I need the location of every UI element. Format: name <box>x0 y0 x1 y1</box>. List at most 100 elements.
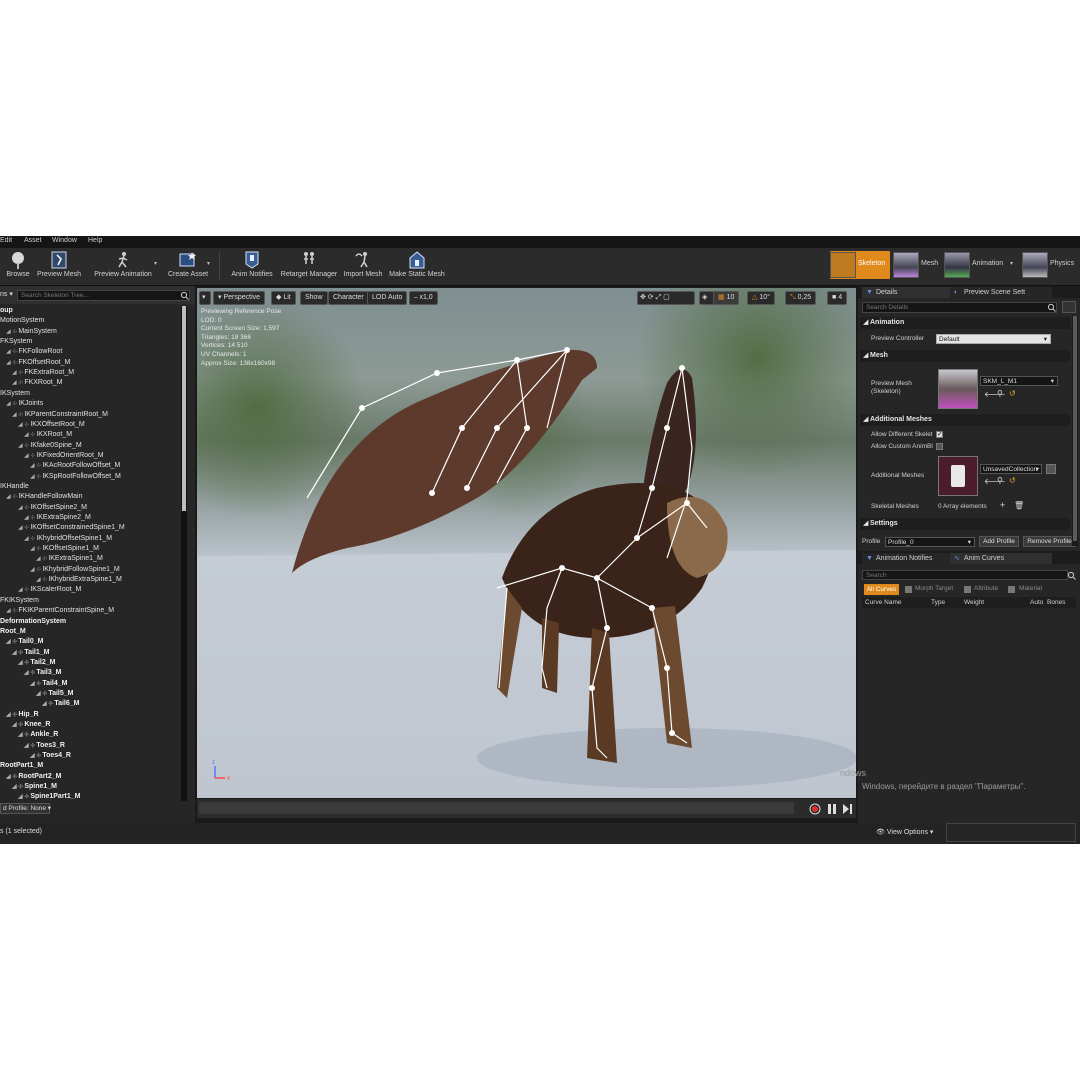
filter-all-curves[interactable]: All Curves <box>864 584 899 595</box>
lod-button[interactable]: LOD Auto <box>367 291 408 305</box>
tree-row[interactable]: ◢ ⊹IKExtraSpine2_M <box>24 513 91 523</box>
details-scrollbar-thumb[interactable] <box>1073 316 1077 541</box>
preview-viewport[interactable]: z x ▾ ▾ Perspective ◆ Lit Show Character… <box>197 288 856 798</box>
property-matrix-icon[interactable] <box>1062 301 1076 313</box>
remove-profile-button[interactable]: Remove Profile <box>1023 536 1076 547</box>
tree-row[interactable]: ◢ ⊹IKSpRootFollowOffset_M <box>30 472 121 482</box>
tree-row[interactable]: ◢ ⊹Tail4_M <box>30 679 67 689</box>
tab-preview-scene[interactable]: ◐ Preview Scene Sett <box>950 287 1052 298</box>
mode-animation-tab[interactable]: Animation ▾ <box>944 251 1020 279</box>
tab-details[interactable]: ▼ Details <box>862 287 956 298</box>
preview-mesh-button[interactable]: Preview Mesh <box>36 250 82 282</box>
tree-row[interactable]: ◢ ⊹Tail1_M <box>12 648 49 658</box>
tree-row[interactable]: ◢ ⊹IKFixedOrientRoot_M <box>24 451 104 461</box>
preview-controller-dropdown[interactable]: Default ▾ <box>936 334 1051 344</box>
browse-magnifier-icon[interactable]: ⚲ <box>997 476 1003 485</box>
menu-asset[interactable]: Asset <box>24 237 42 244</box>
additional-meshes-thumbnail[interactable] <box>938 456 978 496</box>
tree-row[interactable]: ◢ ⊹Tail5_M <box>36 689 73 699</box>
morph-target-checkbox[interactable] <box>905 586 912 593</box>
tree-row[interactable]: ◢ ⊹FKXRoot_M <box>12 378 62 388</box>
tree-options-button[interactable]: ns ▾ <box>0 290 13 298</box>
details-search-input[interactable]: Search Details <box>862 302 1057 313</box>
tree-row[interactable]: ◢ ⊹IKXOffsetRoot_M <box>18 420 85 430</box>
section-mesh[interactable]: ◢ Mesh <box>860 350 1070 362</box>
add-element-icon[interactable]: + <box>1000 500 1005 510</box>
anim-notifies-button[interactable]: Anim Notifies <box>229 250 275 282</box>
column-auto[interactable]: Auto <box>1030 599 1043 606</box>
import-mesh-button[interactable]: Import Mesh <box>342 250 384 282</box>
section-additional-meshes[interactable]: ◢ Additional Meshes <box>860 414 1070 426</box>
preview-animation-button[interactable]: Preview Animation <box>92 250 154 282</box>
tree-row[interactable]: ◢ ⊹RootPart2_M <box>6 772 62 782</box>
tree-row[interactable]: ◢ ⊹Spine1_M <box>12 782 57 792</box>
view-options-button[interactable]: 👁 View Options ▾ <box>876 828 933 836</box>
tree-row[interactable]: RootPart1_M <box>0 761 43 771</box>
preview-mesh-thumbnail[interactable] <box>938 369 978 409</box>
reset-arrow-icon[interactable]: ↺ <box>1009 476 1016 485</box>
tree-row[interactable]: ◢ ⊹IKParentConstraintRoot_M <box>12 410 108 420</box>
browse-magnifier-icon[interactable]: ⚲ <box>997 389 1003 398</box>
tree-row[interactable]: ◢ ⊹Knee_R <box>12 720 50 730</box>
camera-speed-button[interactable]: ■ 4 <box>827 291 848 305</box>
animation-dropdown-icon[interactable]: ▾ <box>1010 260 1013 267</box>
tab-anim-curves[interactable]: ∿ Anim Curves <box>950 553 1052 564</box>
pause-icon[interactable] <box>827 803 837 815</box>
add-collection-icon[interactable] <box>1046 464 1056 474</box>
tree-row[interactable]: ◢ ⊹Spine1Part1_M <box>18 792 81 801</box>
blend-profile-dropdown[interactable]: d Profile: None ▾ <box>0 803 51 814</box>
step-forward-icon[interactable] <box>842 803 854 815</box>
material-checkbox[interactable] <box>1008 586 1015 593</box>
tree-row[interactable]: ◢ ⊹IKOffsetSpine1_M <box>30 544 99 554</box>
tree-row[interactable]: ◢ ⊹IKExtraSpine1_M <box>36 554 103 564</box>
playback-speed-button[interactable]: ⎯ x1,0 <box>409 291 438 305</box>
menu-edit[interactable]: Edit <box>0 237 12 244</box>
create-asset-dropdown-icon[interactable]: ▾ <box>207 260 210 267</box>
preview-mesh-dropdown[interactable]: SKM_L_M1 ▾ <box>980 376 1058 386</box>
tree-row[interactable]: oup <box>0 306 13 316</box>
tree-row[interactable]: FKSystem <box>0 337 32 347</box>
grid-snap-button[interactable]: ▦ 10 <box>713 291 740 305</box>
preview-animation-dropdown-icon[interactable]: ▾ <box>154 260 157 267</box>
column-bones[interactable]: Bones <box>1047 599 1065 606</box>
allow-custom-animbp-checkbox[interactable] <box>936 443 943 450</box>
section-animation[interactable]: ◢ Animation <box>860 317 1070 329</box>
tree-row[interactable]: ◢ ⊹Tail0_M <box>6 637 43 647</box>
mode-physics-tab[interactable]: Physics <box>1022 251 1080 279</box>
skeleton-search-input[interactable]: Search Skeleton Tree... <box>17 290 190 301</box>
rotation-snap-button[interactable]: △ 10° <box>747 291 775 305</box>
viewport-options-button[interactable]: ▾ <box>199 291 211 305</box>
tree-row[interactable]: IKSystem <box>0 389 30 399</box>
tree-row[interactable]: ◢ ⊹Ankle_R <box>18 730 58 740</box>
menu-help[interactable]: Help <box>88 237 102 244</box>
column-type[interactable]: Type <box>931 599 945 606</box>
tree-row[interactable]: ◢ ⊹FKIKParentConstraintSpine_M <box>6 606 114 616</box>
tree-row[interactable]: ◢ ⊹IKOffsetConstrainedSpine1_M <box>18 523 125 533</box>
curves-search-input[interactable]: Search <box>862 570 1068 580</box>
tree-row[interactable]: ◢ ⊹IKOffsetSpine2_M <box>18 503 87 513</box>
tree-row[interactable]: FKIKSystem <box>0 596 39 606</box>
scale-snap-button[interactable]: ⤡ 0,25 <box>785 291 817 305</box>
tree-row[interactable]: ◢ ⊹Tail6_M <box>42 699 79 709</box>
add-profile-button[interactable]: Add Profile <box>979 536 1019 547</box>
tree-row[interactable]: ◢ ⊹Hip_R <box>6 710 39 720</box>
tree-row[interactable]: ◢ ⊹IKAcRootFollowOffset_M <box>30 461 120 471</box>
column-weight[interactable]: Weight <box>964 599 984 606</box>
perspective-button[interactable]: ▾ Perspective <box>213 291 266 305</box>
transform-tools[interactable]: ✥ ⟳ ⤢ ▢ <box>637 291 695 305</box>
tree-row[interactable]: ◢ ⊹FKExtraRoot_M <box>12 368 74 378</box>
tree-row[interactable]: ◢ ⊹IKhybridFollowSpine1_M <box>30 565 120 575</box>
allow-different-skeletons-checkbox[interactable]: ✓ <box>936 431 943 438</box>
tree-scrollbar[interactable] <box>181 306 187 801</box>
tree-row[interactable]: ◢ ⊹FKOffsetRoot_M <box>6 358 70 368</box>
tree-row[interactable]: ◢ ⊹Toes4_R <box>30 751 71 761</box>
tree-row[interactable]: ◢ ⊹IKHandleFollowMain <box>6 492 83 502</box>
mode-skeleton-tab[interactable]: Skeleton <box>830 251 890 279</box>
tree-row[interactable]: IKHandle <box>0 482 29 492</box>
tree-row[interactable]: DeformationSystem <box>0 617 66 627</box>
details-scrollbar[interactable] <box>1072 316 1078 546</box>
tree-row[interactable]: ◢ ⊹Tail3_M <box>24 668 61 678</box>
show-button[interactable]: Show <box>300 291 328 305</box>
create-asset-button[interactable]: Create Asset <box>166 250 210 282</box>
reset-arrow-icon[interactable]: ↺ <box>1009 389 1016 398</box>
